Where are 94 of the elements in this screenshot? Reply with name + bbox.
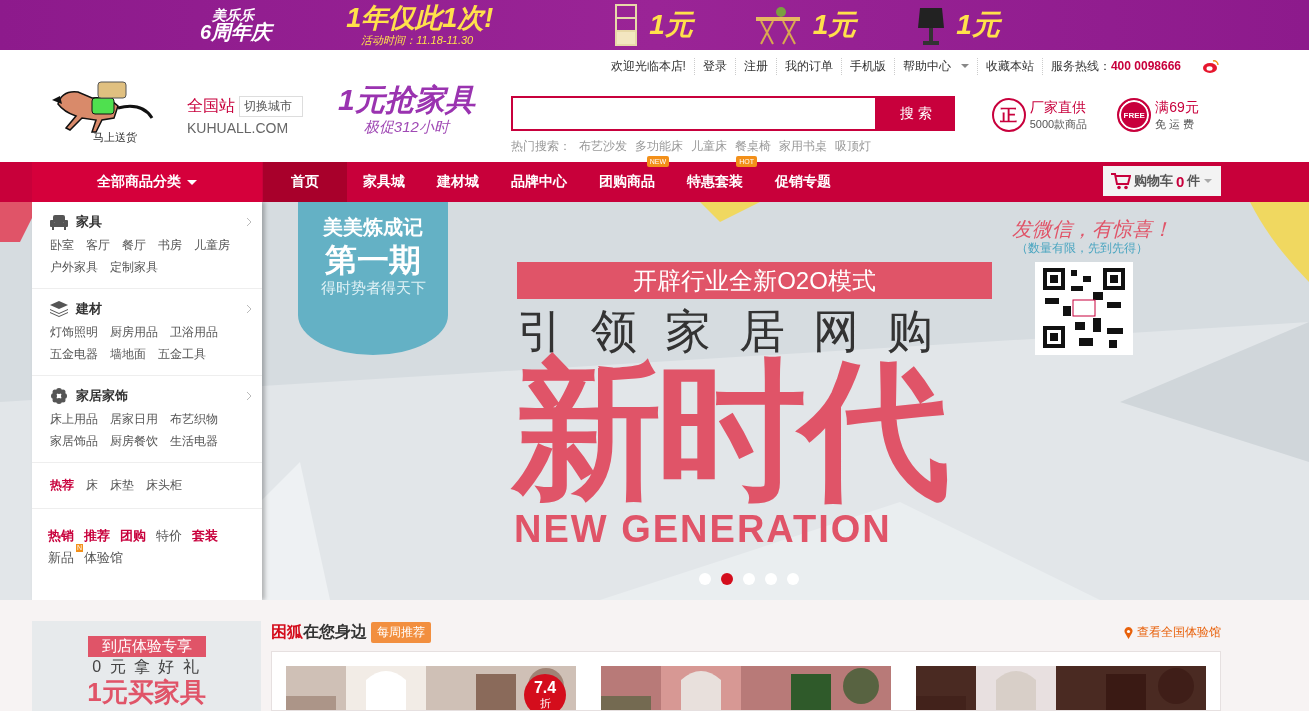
tag-link[interactable]: 套装 [192,527,218,545]
city-name: 全国站 [187,96,235,116]
flower-icon [50,388,68,404]
qr-code-icon [1035,262,1133,355]
category-link[interactable]: 定制家具 [110,256,158,278]
category-link[interactable]: 布艺织物 [170,408,218,430]
nav-item[interactable]: 促销专题 [759,162,847,202]
tag-link[interactable]: 团购 [120,527,146,545]
offer-price: 1元 [812,8,857,42]
search-field[interactable] [510,96,877,131]
category-link[interactable]: 书房 [158,234,182,256]
promo-headline: 1年仅此1次! [346,2,494,33]
store-promo-line: 0 元 拿 好 礼 [92,657,201,677]
promo-banner[interactable]: 美乐乐 6周年庆 1年仅此1次! 活动时间：11.18-11.30 1元 1元 1元 [0,0,1309,50]
category-link[interactable]: 儿童房 [194,234,230,256]
wechat-title: 发微信，有惊喜！ [1012,217,1172,242]
category-link[interactable]: 床 [86,477,98,494]
store-promo-tag: 到店体验专享 [87,636,206,657]
category-link[interactable]: 客厅 [86,234,110,256]
store-promo-card[interactable]: 到店体验专享 0 元 拿 好 礼 1元买家具 [32,621,261,711]
switch-city-button[interactable]: 切换城市 [239,96,303,117]
nav-item[interactable]: 品牌中心 [495,162,583,202]
ribbon-issue: 第一期 [325,241,421,279]
service-title: 满69元 [1155,98,1199,117]
category-link[interactable]: 厨房餐饮 [110,430,158,452]
category-link[interactable]: 厨房用品 [110,321,158,343]
location-pin-icon [1124,626,1133,639]
tag-link[interactable]: 体验馆 [84,549,123,567]
tag-link[interactable]: 推荐 [84,527,110,545]
top-link[interactable]: 帮助中心 [893,57,977,75]
hero-tagline: 开辟行业全新O2O模式 [517,262,992,299]
slogan-subtitle: 极促312小时 [363,118,449,137]
genuine-icon: 正 [991,98,1026,132]
top-link[interactable]: 注册 [734,57,776,75]
wechat-note: （数量有限，先到先得） [1016,240,1148,257]
category-link[interactable]: 床上用品 [50,408,98,430]
section-title: 在您身边 [303,622,367,642]
category-link[interactable]: 餐厅 [122,234,146,256]
ribbon-motto: 得时势者得天下 [320,279,426,298]
section-brand: 困狐 [271,622,303,642]
category-link[interactable]: 家居饰品 [50,430,98,452]
chevron-right-icon [246,304,252,314]
category-link[interactable]: 五金电器 [50,343,98,365]
sofa-icon [50,214,68,230]
category-link[interactable]: 灯饰照明 [50,321,98,343]
top-link[interactable]: 登录 [693,57,735,75]
service-title: 厂家直供 [1029,98,1087,117]
category-title[interactable]: 建材 [76,300,102,318]
ribbon-title: 美美炼成记 [323,215,423,240]
category-title[interactable]: 家居家饰 [76,387,128,405]
offer-price: 1元 [649,8,693,42]
cart-icon [1111,172,1131,190]
weekly-tag: 每周推荐 [371,622,431,643]
hot-search-label: 热门搜索： [510,138,571,155]
top-link[interactable]: 我的订单 [775,57,841,75]
category-link[interactable]: 床头柜 [146,477,182,494]
category-link[interactable]: 床垫 [110,477,134,494]
category-link[interactable]: 墙地面 [110,343,146,365]
category-link[interactable]: 生活电器 [170,430,218,452]
hero-english-title: NEW GENERATION [514,508,893,551]
category-link[interactable]: 卫浴用品 [170,321,218,343]
promo-period: 活动时间：11.18-11.30 [361,32,475,48]
top-link[interactable]: 手机版 [840,57,894,75]
nav-item[interactable]: 首页 [263,162,347,202]
category-link[interactable]: 居家日用 [110,408,158,430]
search-button[interactable]: 搜 索 [876,96,955,131]
logo-caption: 马上送货 [93,130,137,145]
anniversary-text: 6周年庆 [200,22,272,42]
layers-icon [50,301,68,317]
slogan-title[interactable]: 1元抢家具 [338,82,475,118]
top-link[interactable]: 收藏本站 [976,57,1042,75]
nav-item[interactable]: 建材城 [421,162,495,202]
site-domain: KUHUALL.COM [187,120,290,136]
service-subtitle: 5000款商品 [1029,116,1088,132]
service-subtitle: 免 运 费 [1155,116,1196,132]
hotline-label: 服务热线：400 0098666 [1041,57,1189,75]
free-shipping-icon: FREE [1117,98,1152,132]
all-categories-button[interactable]: 全部商品分类 [32,162,262,202]
nav-item[interactable]: 家具城 [347,162,421,202]
category-title[interactable]: 家具 [76,213,102,231]
chevron-right-icon [246,217,252,227]
shelf-icon [613,3,640,47]
offer-price: 1元 [956,8,1000,42]
chevron-right-icon [246,391,252,401]
tag-link[interactable]: 特价 [156,527,182,545]
cart-button[interactable]: 购物车 0 件 [1103,166,1221,196]
tag-link[interactable]: 热销 [48,527,74,545]
store-promo-title: 1元买家具 [87,678,206,706]
category-link[interactable]: 卧室 [50,234,74,256]
weibo-icon[interactable] [1203,59,1219,73]
category-link[interactable]: 五金工具 [158,343,206,365]
hot-picks-label: 热荐 [50,477,74,494]
brand-text: 美乐乐 [212,8,255,22]
category-link[interactable]: 户外家具 [50,256,98,278]
